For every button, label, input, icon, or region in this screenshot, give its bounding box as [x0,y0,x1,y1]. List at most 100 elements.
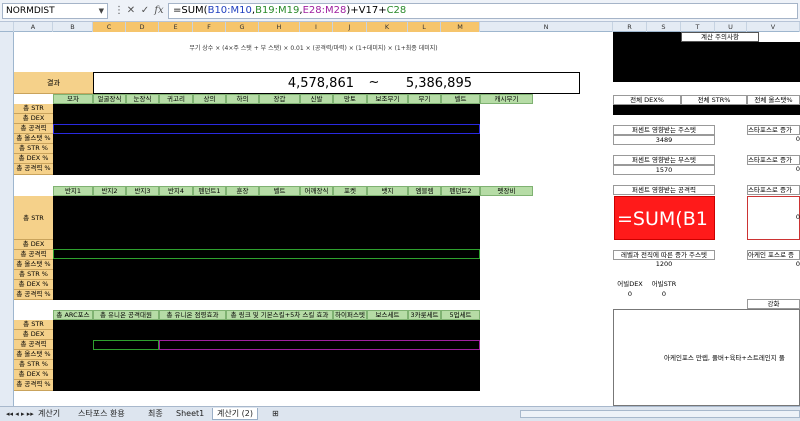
name-box[interactable]: NORMDIST ▼ [2,3,108,19]
formula-input[interactable]: =SUM(B10:M10,B19:M19,E28:M28)+V17+C28 [168,3,798,19]
row-label: 총 공격력 [14,340,53,350]
row-label: 총 STR % [14,360,53,370]
tab-sheet[interactable]: 최종 [144,408,167,420]
header-cell: 뱃지 [367,186,408,196]
result-box[interactable]: 4,578,861 ~ 5,386,895 [93,72,580,94]
header-cell: 망토 [333,94,367,104]
pct-values-row[interactable] [613,105,800,115]
col-header[interactable]: L [408,22,441,32]
header-cell: 반지4 [159,186,193,196]
col-header[interactable]: G [226,22,259,32]
tab-sheet-active[interactable]: 계산기 (2) [212,408,258,420]
col-header[interactable]: S [647,22,681,32]
section3-data-area[interactable] [53,320,480,391]
row-headers[interactable] [0,32,14,406]
active-cell-editing[interactable]: =SUM(B1 [614,196,715,240]
horizontal-scrollbar[interactable] [520,410,800,418]
col-header[interactable]: K [367,22,408,32]
section2-row-labels: 총 STR 총 DEX 총 공격력 총 올스탯 % 총 STR % 총 DEX … [14,196,53,300]
section1-ref-highlight [53,124,480,134]
col-header[interactable]: M [441,22,480,32]
row-label: 총 DEX % [14,280,53,290]
col-header[interactable]: I [300,22,333,32]
bottom-note-box[interactable]: 아케인포스 만렙, 풀버+육타+스트레인지 풀 [613,309,800,406]
tab-sheet[interactable]: Sheet1 [172,408,208,420]
header-cell: 5업세트 [441,310,480,320]
select-all-corner[interactable] [0,22,14,32]
ability-str-value[interactable]: 0 [647,290,681,300]
tab-sheet[interactable]: 계산기 [34,408,64,420]
formula-ref-3: E28:M28 [302,5,347,16]
formula-ref-2: B19:M19 [255,5,300,16]
col-header[interactable]: N [480,22,613,32]
col-header[interactable]: B [53,22,93,32]
name-box-value: NORMDIST [6,6,55,16]
ability-dex-value[interactable]: 0 [613,290,647,300]
row-label: 총 공격력 [14,124,53,134]
ability-dex-label: 어빌DEX [617,280,643,288]
col-header[interactable]: E [159,22,193,32]
col-header[interactable]: V [747,22,800,32]
header-cell: 귀고리 [159,94,193,104]
row-label: 총 DEX [14,114,53,124]
row-label: 총 공격력 % [14,164,53,175]
col-header[interactable]: A [14,22,53,32]
sub-stat-value[interactable]: 1570 [613,165,715,175]
cancel-icon[interactable]: ✕ [124,4,138,18]
formula-description: 무기 상수 × (4×주 스탯 + 부 스탯) × 0.01 × (공격력/마력… [189,45,438,52]
formula-prefix: =SUM( [173,5,208,16]
header-cell: 눈장식 [126,94,159,104]
formula-ref-1: B10:M10 [207,5,252,16]
header-cell: 보조무기 [367,94,408,104]
row-label: 총 DEX [14,330,53,340]
tab-scroll-icons[interactable]: ◂◂ ◂ ▸ ▸▸ [2,408,38,420]
row-label: 총 올스탯 % [14,260,53,270]
result-max: 5,386,895 [405,77,472,91]
row-label: 총 올스탯 % [14,350,53,360]
insert-sheet-icon[interactable]: ⊞ [268,408,283,420]
starforce-ref-box[interactable]: 0 [747,196,800,240]
col-header[interactable]: H [259,22,300,32]
row-label: 총 DEX [14,240,53,250]
header-cell: 벨트 [259,186,300,196]
col-header[interactable]: U [715,22,747,32]
col-header[interactable]: F [193,22,226,32]
header-cell: 반지2 [93,186,126,196]
col-header[interactable]: D [126,22,159,32]
row-label: 총 STR [14,196,53,240]
insert-function-icon[interactable]: fx [152,4,166,18]
starforce-value-1[interactable]: 0 [747,135,800,145]
header-cell: 캐시무기 [480,94,533,104]
main-stat-value[interactable]: 3489 [613,135,715,145]
col-header[interactable]: C [93,22,126,32]
row-label: 총 공격력 % [14,290,53,300]
arcane-value[interactable]: 0 [747,260,800,270]
header-cell: 어깨장식 [300,186,333,196]
header-cell: 포켓 [333,186,367,196]
header-cell: 얼굴장식 [93,94,126,104]
level-stat-value[interactable]: 1200 [613,260,715,270]
header-cell: 엠블렘 [408,186,441,196]
section3-header-row: 총 ARC포스 총 유니온 공격대원 총 유니온 점령효과 총 링크 및 기본스… [53,310,480,320]
section1-header-row: 모자 얼굴장식 눈장식 귀고리 상의 하의 장갑 신발 망토 보조무기 무기 벨… [53,94,533,104]
col-header[interactable]: T [681,22,715,32]
chevron-down-icon[interactable]: ▼ [99,4,104,18]
formula-mid: )+V17+ [346,5,387,16]
enter-check-icon[interactable]: ✓ [138,4,152,18]
section1-data-area[interactable] [53,104,480,175]
header-cell: 신발 [300,94,333,104]
starforce-value-2[interactable]: 0 [747,165,800,175]
bottom-note: 아케인포스 만렙, 풀버+육타+스트레인지 풀 [664,354,785,362]
sub-stat-label: 퍼센트 영향받는 부스텟 [613,155,715,165]
tab-sheet[interactable]: 스타포스 환용 [74,408,129,420]
notes-title: 계산 주의사항 [681,32,759,42]
section3-ref-highlight-purple [159,340,480,350]
col-header[interactable]: R [613,22,647,32]
col-header[interactable]: J [333,22,367,32]
formula-ref-4: C28 [386,5,407,16]
notes-black-block-2 [747,42,800,82]
starforce-label-3: 스타포스로 증가 [747,185,800,195]
section2-data-area[interactable] [53,196,480,300]
header-cell: 보스세트 [367,310,408,320]
row-label: 총 공격력 % [14,380,53,391]
